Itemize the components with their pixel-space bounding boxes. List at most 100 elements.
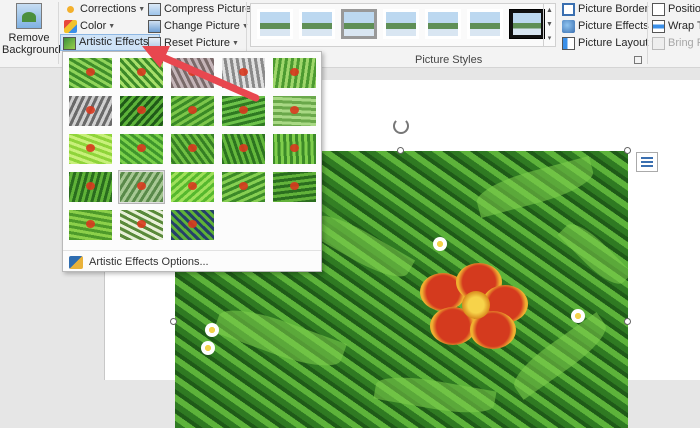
effects-options-icon bbox=[69, 256, 83, 269]
compress-pictures-button[interactable]: Compress Pictures bbox=[146, 1, 259, 18]
artistic-effect-chalk-sketch[interactable] bbox=[67, 94, 114, 128]
resize-handle[interactable] bbox=[624, 318, 631, 325]
corrections-button[interactable]: Corrections ▼ bbox=[62, 1, 147, 18]
corrections-icon bbox=[64, 3, 77, 16]
effect-preview bbox=[69, 96, 112, 126]
artistic-effects-dropdown: Artistic Effects Options... bbox=[62, 51, 322, 272]
artistic-effect-pencil-grayscale[interactable] bbox=[169, 56, 216, 90]
dialog-launcher-icon[interactable] bbox=[634, 56, 642, 64]
artistic-effect-cutout[interactable] bbox=[67, 208, 114, 242]
effect-preview bbox=[171, 96, 214, 126]
picture-border-button[interactable]: Picture Border▼ bbox=[560, 1, 659, 18]
picture-layout-label: Picture Layout bbox=[578, 37, 649, 49]
picture-style-thumb[interactable] bbox=[341, 9, 377, 39]
reset-picture-icon bbox=[148, 37, 161, 50]
artistic-effect-watercolor-sponge[interactable] bbox=[118, 132, 165, 166]
color-label: Color bbox=[80, 20, 107, 32]
artistic-effect-blur[interactable] bbox=[271, 94, 318, 128]
effect-preview bbox=[69, 210, 112, 240]
picture-layout-button[interactable]: Picture Layout▼ bbox=[560, 35, 659, 52]
artistic-effect-paint-strokes[interactable] bbox=[118, 94, 165, 128]
effect-preview bbox=[222, 58, 265, 88]
artistic-effect-none[interactable] bbox=[67, 56, 114, 90]
picture-effects-button[interactable]: Picture Effects▼ bbox=[560, 18, 660, 35]
compress-pictures-label: Compress Pictures bbox=[164, 3, 257, 15]
effect-preview bbox=[222, 134, 265, 164]
artistic-effect-pastels-smooth[interactable] bbox=[220, 170, 267, 204]
wrap-text-button[interactable]: Wrap Te bbox=[650, 18, 700, 35]
effect-preview bbox=[171, 58, 214, 88]
picture-border-icon bbox=[562, 3, 575, 16]
picture-style-thumb[interactable] bbox=[467, 9, 503, 39]
effect-preview bbox=[171, 210, 214, 240]
picture-style-thumb[interactable] bbox=[509, 9, 545, 39]
effect-preview bbox=[120, 172, 163, 202]
effect-preview bbox=[222, 172, 265, 202]
artistic-effects-options-label: Artistic Effects Options... bbox=[89, 256, 209, 268]
artistic-effect-paint-brush[interactable] bbox=[169, 94, 216, 128]
artistic-effect-film-grain[interactable] bbox=[169, 132, 216, 166]
chevron-down-icon: ▼ bbox=[232, 40, 239, 47]
artistic-effect-photocopy[interactable] bbox=[118, 208, 165, 242]
remove-background-button[interactable]: Remove Background bbox=[2, 1, 61, 63]
artistic-effects-label: Artistic Effects bbox=[79, 36, 149, 48]
chevron-down-icon: ▼ bbox=[108, 23, 116, 30]
artistic-effect-plastic-wrap[interactable] bbox=[271, 170, 318, 204]
remove-background-label: Remove Background bbox=[2, 32, 61, 56]
effect-preview bbox=[69, 172, 112, 202]
picture-layout-icon bbox=[562, 37, 575, 50]
picture-style-thumb[interactable] bbox=[383, 9, 419, 39]
reset-picture-label: Reset Picture bbox=[164, 37, 231, 49]
artistic-effect-mosaic-bubbles[interactable] bbox=[220, 132, 267, 166]
change-picture-icon bbox=[148, 20, 161, 33]
effect-preview bbox=[69, 58, 112, 88]
effect-preview bbox=[273, 134, 316, 164]
bring-forward-icon bbox=[652, 37, 665, 50]
reset-picture-button[interactable]: Reset Picture ▼ bbox=[146, 35, 241, 52]
layout-options-icon[interactable] bbox=[636, 152, 658, 172]
artistic-effect-line-drawing[interactable] bbox=[271, 56, 318, 90]
position-label: Positio bbox=[668, 3, 700, 15]
artistic-effects-icon bbox=[63, 37, 76, 50]
position-icon bbox=[652, 3, 665, 16]
resize-handle[interactable] bbox=[397, 147, 404, 154]
artistic-effect-marker[interactable] bbox=[118, 56, 165, 90]
resize-handle[interactable] bbox=[170, 318, 177, 325]
picture-effects-label: Picture Effects bbox=[578, 20, 649, 32]
artistic-effect-crisscross-etching[interactable] bbox=[169, 170, 216, 204]
wrap-text-icon bbox=[652, 20, 665, 33]
artistic-effect-texturizer[interactable] bbox=[118, 170, 165, 204]
artistic-effect-glow-diffused[interactable] bbox=[220, 94, 267, 128]
rotate-handle-icon[interactable] bbox=[393, 118, 409, 134]
artistic-effect-light-screen[interactable] bbox=[67, 132, 114, 166]
picture-style-thumb[interactable] bbox=[425, 9, 461, 39]
artistic-effect-glass[interactable] bbox=[271, 132, 318, 166]
scroll-up-icon[interactable]: ▲ bbox=[544, 4, 555, 18]
effect-preview bbox=[222, 96, 265, 126]
gallery-scroll[interactable]: ▲ ▼ ▾ bbox=[543, 4, 555, 46]
marigold-flower bbox=[420, 263, 530, 353]
scroll-down-icon[interactable]: ▼ bbox=[544, 18, 555, 32]
artistic-effect-cement[interactable] bbox=[67, 170, 114, 204]
picture-style-thumb[interactable] bbox=[257, 9, 293, 39]
ribbon-separator bbox=[58, 2, 59, 64]
effect-preview bbox=[120, 134, 163, 164]
picture-styles-group-label: Picture Styles bbox=[415, 54, 483, 66]
picture-styles-gallery: ▲ ▼ ▾ bbox=[250, 3, 556, 47]
change-picture-label: Change Picture bbox=[164, 20, 240, 32]
color-button[interactable]: Color ▼ bbox=[62, 18, 117, 35]
bring-forward-button[interactable]: Bring Fo bbox=[650, 35, 700, 52]
gallery-more-icon[interactable]: ▾ bbox=[544, 32, 555, 46]
position-button[interactable]: Positio bbox=[650, 1, 700, 18]
artistic-effect-pencil-sketch[interactable] bbox=[220, 56, 267, 90]
color-icon bbox=[64, 20, 77, 33]
effect-preview bbox=[171, 134, 214, 164]
picture-style-thumb[interactable] bbox=[299, 9, 335, 39]
effect-preview bbox=[273, 172, 316, 202]
effect-preview bbox=[273, 96, 316, 126]
resize-handle[interactable] bbox=[624, 147, 631, 154]
artistic-effect-glow-edges[interactable] bbox=[169, 208, 216, 242]
artistic-effects-options-item[interactable]: Artistic Effects Options... bbox=[65, 254, 319, 271]
change-picture-button[interactable]: Change Picture▼ bbox=[146, 18, 251, 35]
effect-preview bbox=[120, 96, 163, 126]
